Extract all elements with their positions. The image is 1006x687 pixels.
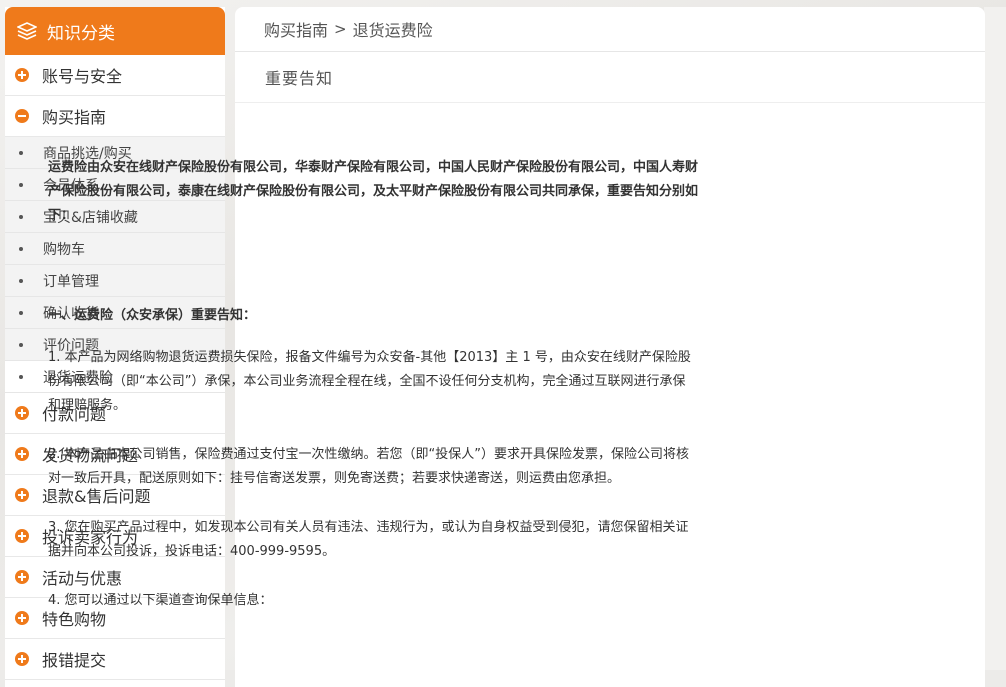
expand-plus-icon (15, 406, 29, 420)
bullet-icon (19, 182, 23, 187)
bullet-icon (19, 246, 23, 251)
bullet-icon (19, 374, 23, 379)
article-paragraph-1: 1. 本产品为网络购物退货运费损失保险，报备文件编号为众安备-其他【2013】主… (48, 350, 691, 413)
expand-plus-icon (15, 68, 29, 82)
bullet-icon (19, 342, 23, 347)
right-edge-background (984, 7, 1006, 670)
breadcrumb-current: 退货运费险 (352, 21, 433, 40)
category-label: 购买指南 (42, 108, 107, 127)
sidebar-header: 知识分类 (5, 7, 225, 55)
category-purchase-guide[interactable]: 购买指南 (5, 96, 225, 137)
breadcrumb: 购买指南 > 退货运费险 (235, 7, 985, 52)
article-intro: 运费险由众安在线财产保险股份有限公司，华泰财产保险有限公司，中国人民财产保险股份… (48, 160, 699, 223)
category-label: 报错提交 (42, 651, 107, 670)
bullet-icon (19, 278, 23, 283)
category-report-error[interactable]: 报错提交 (5, 639, 225, 680)
article-heading: 一、运费险（众安承保）重要告知： (48, 308, 257, 323)
article-body: 运费险由众安在线财产保险股份有限公司，华泰财产保险有限公司，中国人民财产保险股份… (48, 156, 698, 613)
layers-icon (17, 21, 37, 41)
expand-plus-icon (15, 529, 29, 543)
article-paragraph-2: 2. 本产品由本公司销售，保险费通过支付宝一次性缴纳。若您（即“投保人”）要求开… (48, 447, 690, 486)
article-paragraph-3: 3. 您在购买产品过程中，如发现本公司有关人员有违法、违规行为，或认为自身权益受… (48, 520, 689, 559)
article-paragraph-4: 4. 您可以通过以下渠道查询保单信息： (48, 593, 273, 608)
collapse-minus-icon (15, 109, 29, 123)
section-title: 重要告知 (235, 52, 985, 103)
expand-plus-icon (15, 488, 29, 502)
bullet-icon (19, 310, 23, 315)
category-label: 账号与安全 (42, 67, 123, 86)
expand-plus-icon (15, 652, 29, 666)
sidebar-title: 知识分类 (47, 23, 115, 44)
expand-plus-icon (15, 611, 29, 625)
expand-plus-icon (15, 570, 29, 584)
breadcrumb-parent-link[interactable]: 购买指南 (264, 17, 328, 41)
breadcrumb-separator: > (334, 20, 347, 38)
category-account-security[interactable]: 账号与安全 (5, 55, 225, 96)
bullet-icon (19, 150, 23, 155)
expand-plus-icon (15, 447, 29, 461)
bullet-icon (19, 214, 23, 219)
